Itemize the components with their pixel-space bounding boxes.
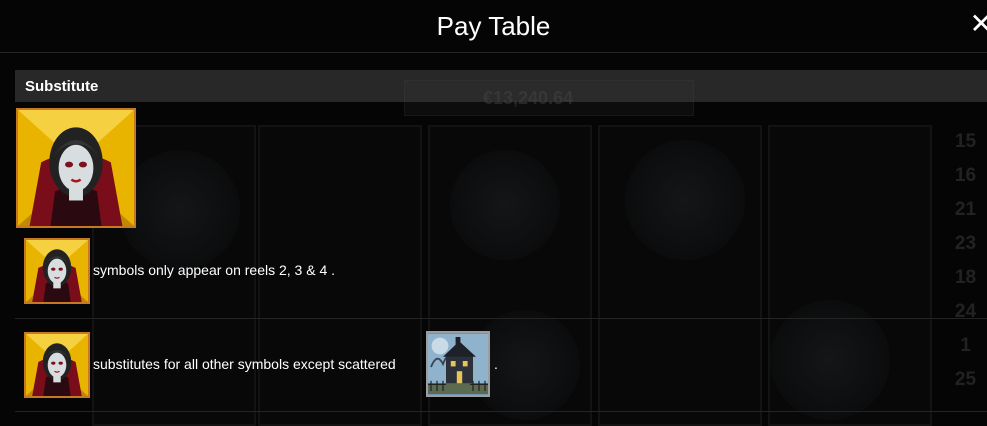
section-header: Substitute: [15, 70, 987, 102]
vampire-icon: [26, 334, 88, 396]
rule-suffix: .: [494, 356, 498, 372]
background-number: 16: [954, 165, 977, 186]
haunted-house-scatter-symbol: [426, 331, 490, 397]
vampire-icon: [26, 240, 88, 302]
close-icon[interactable]: ✕: [970, 10, 987, 38]
vampire-wild-symbol: [16, 108, 136, 228]
background-number: 15: [954, 131, 977, 152]
background-number: 21: [954, 199, 977, 220]
haunted-house-icon: [428, 334, 488, 394]
vampire-wild-symbol: [24, 332, 90, 398]
section-title: Substitute: [25, 78, 99, 95]
rule-text: substitutes for all other symbols except…: [93, 356, 396, 372]
paytable-header: Pay Table ✕: [0, 0, 987, 53]
page-title: Pay Table: [436, 11, 551, 41]
rule-text: symbols only appear on reels 2, 3 & 4 .: [93, 262, 336, 278]
vampire-wild-symbol: [24, 238, 90, 304]
rule-row: substitutes for all other symbols except…: [15, 319, 987, 412]
rule-row: symbols only appear on reels 2, 3 & 4 .: [15, 230, 987, 319]
vampire-icon: [18, 110, 134, 226]
